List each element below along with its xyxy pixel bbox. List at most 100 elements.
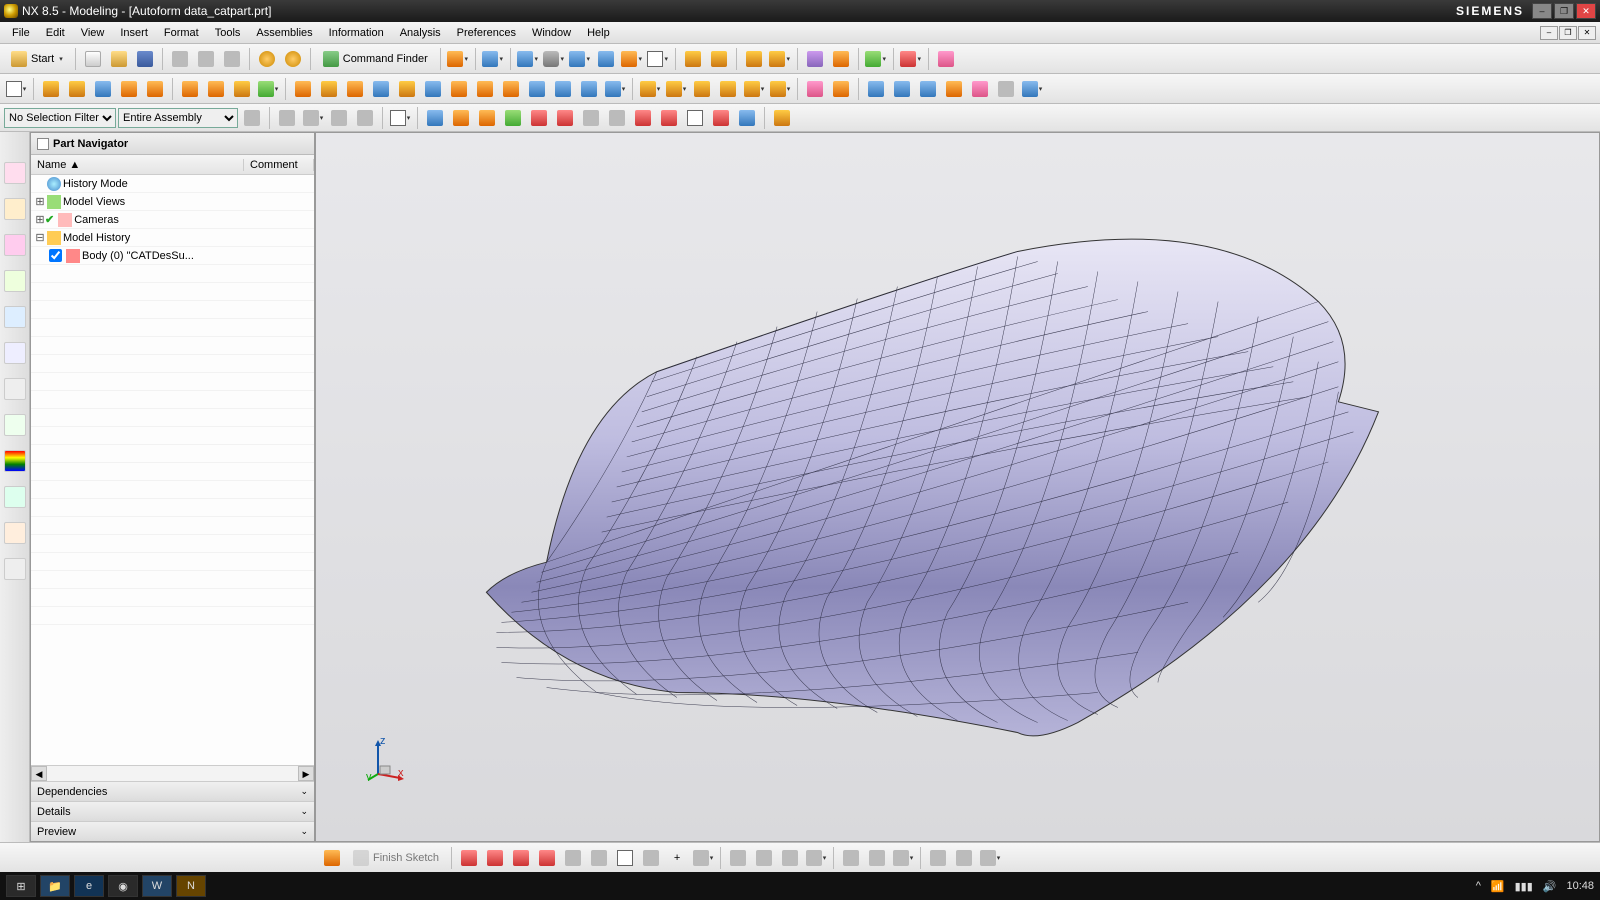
tree-row-history-mode[interactable]: History Mode — [31, 175, 314, 193]
sk-fillet[interactable] — [691, 846, 715, 870]
tab-assembly[interactable] — [4, 198, 26, 220]
minimize-button[interactable]: – — [1532, 3, 1552, 19]
tool-asm1[interactable] — [742, 47, 766, 71]
copy-button[interactable] — [194, 47, 218, 71]
redo-button[interactable] — [281, 47, 305, 71]
sel-6[interactable] — [388, 106, 412, 130]
tool-datum1[interactable] — [681, 47, 705, 71]
body-checkbox[interactable] — [49, 249, 62, 262]
sel-4[interactable] — [327, 106, 351, 130]
feat-33[interactable] — [916, 77, 940, 101]
sk-mir[interactable] — [926, 846, 950, 870]
menu-window[interactable]: Window — [524, 24, 579, 42]
wifi-icon[interactable]: 📶 — [1491, 880, 1505, 893]
tab-history[interactable] — [4, 378, 26, 400]
sk-arc[interactable] — [509, 846, 533, 870]
sk-point[interactable] — [587, 846, 611, 870]
sk-off[interactable] — [952, 846, 976, 870]
menu-file[interactable]: File — [4, 24, 38, 42]
snap-2[interactable] — [449, 106, 473, 130]
sel-1[interactable] — [240, 106, 264, 130]
menu-information[interactable]: Information — [321, 24, 392, 42]
sk-spline[interactable] — [561, 846, 585, 870]
tab-find[interactable] — [4, 486, 26, 508]
snap-8[interactable] — [605, 106, 629, 130]
tree-row-cameras[interactable]: ⊞✔ Cameras — [31, 211, 314, 229]
tool-pattern[interactable] — [829, 47, 853, 71]
snap-11[interactable] — [683, 106, 707, 130]
snap-9[interactable] — [631, 106, 655, 130]
sk-trim[interactable] — [726, 846, 750, 870]
tree-row-body[interactable]: Body (0) "CATDesSu... — [31, 247, 314, 265]
feat-14[interactable] — [395, 77, 419, 101]
sk-corner[interactable] — [778, 846, 802, 870]
feat-18[interactable] — [499, 77, 523, 101]
tool-datum2[interactable] — [707, 47, 731, 71]
feat-10[interactable] — [291, 77, 315, 101]
feat-26[interactable] — [716, 77, 740, 101]
tab-hd3d[interactable] — [4, 306, 26, 328]
menu-preferences[interactable]: Preferences — [449, 24, 524, 42]
start-menu-button[interactable]: ⊞ — [6, 875, 36, 897]
feat-13[interactable] — [369, 77, 393, 101]
menu-tools[interactable]: Tools — [207, 24, 249, 42]
tool-seethru[interactable] — [594, 47, 618, 71]
tab-system[interactable] — [4, 558, 26, 580]
menu-help[interactable]: Help — [579, 24, 618, 42]
clock-label[interactable]: 10:48 — [1566, 880, 1594, 892]
signal-icon[interactable]: ▮▮▮ — [1515, 880, 1533, 893]
tool-clip[interactable] — [620, 47, 644, 71]
feat-4[interactable] — [117, 77, 141, 101]
col-name[interactable]: Name ▲ — [31, 159, 244, 171]
feat-37[interactable] — [1020, 77, 1044, 101]
menu-view[interactable]: View — [73, 24, 113, 42]
sketch-env[interactable] — [320, 846, 344, 870]
snap-6[interactable] — [553, 106, 577, 130]
feat-12[interactable] — [343, 77, 367, 101]
fold-details[interactable]: Details⌄ — [31, 801, 314, 821]
tool-shade[interactable] — [542, 47, 566, 71]
command-finder-button[interactable]: Command Finder — [316, 47, 435, 71]
task-chrome[interactable]: ◉ — [108, 875, 138, 897]
start-button[interactable]: Start — [4, 47, 70, 71]
sk-dim[interactable] — [804, 846, 828, 870]
undo-button[interactable] — [255, 47, 279, 71]
feat-36[interactable] — [994, 77, 1018, 101]
task-explorer[interactable]: 📁 — [40, 875, 70, 897]
sk-con1[interactable] — [839, 846, 863, 870]
feat-20[interactable] — [551, 77, 575, 101]
menu-format[interactable]: Format — [156, 24, 207, 42]
sk-circle[interactable] — [535, 846, 559, 870]
feat-19[interactable] — [525, 77, 549, 101]
feat-8[interactable] — [230, 77, 254, 101]
tool-fit[interactable] — [516, 47, 540, 71]
tab-navigator[interactable] — [4, 162, 26, 184]
tab-constraint[interactable] — [4, 234, 26, 256]
paste-button[interactable] — [220, 47, 244, 71]
feat-7[interactable] — [204, 77, 228, 101]
pin-icon[interactable] — [37, 138, 49, 150]
snap-13[interactable] — [735, 106, 759, 130]
menu-edit[interactable]: Edit — [38, 24, 73, 42]
tool-mirror[interactable] — [803, 47, 827, 71]
feat-27[interactable] — [742, 77, 766, 101]
snap-5[interactable] — [527, 106, 551, 130]
feat-9[interactable] — [256, 77, 280, 101]
fold-preview[interactable]: Preview⌄ — [31, 821, 314, 841]
feat-16[interactable] — [447, 77, 471, 101]
snap-10[interactable] — [657, 106, 681, 130]
tab-layer[interactable] — [4, 450, 26, 472]
sk-con3[interactable] — [891, 846, 915, 870]
sel-2[interactable] — [275, 106, 299, 130]
sk-profile[interactable] — [457, 846, 481, 870]
sel-3[interactable] — [301, 106, 325, 130]
feat-22[interactable] — [603, 77, 627, 101]
snap-12[interactable] — [709, 106, 733, 130]
assembly-scope-select[interactable]: Entire Assembly — [118, 108, 238, 128]
feat-23[interactable] — [638, 77, 662, 101]
snap-7[interactable] — [579, 106, 603, 130]
tab-process[interactable] — [4, 414, 26, 436]
sel-5[interactable] — [353, 106, 377, 130]
sk-rect[interactable] — [613, 846, 637, 870]
menu-analysis[interactable]: Analysis — [392, 24, 449, 42]
